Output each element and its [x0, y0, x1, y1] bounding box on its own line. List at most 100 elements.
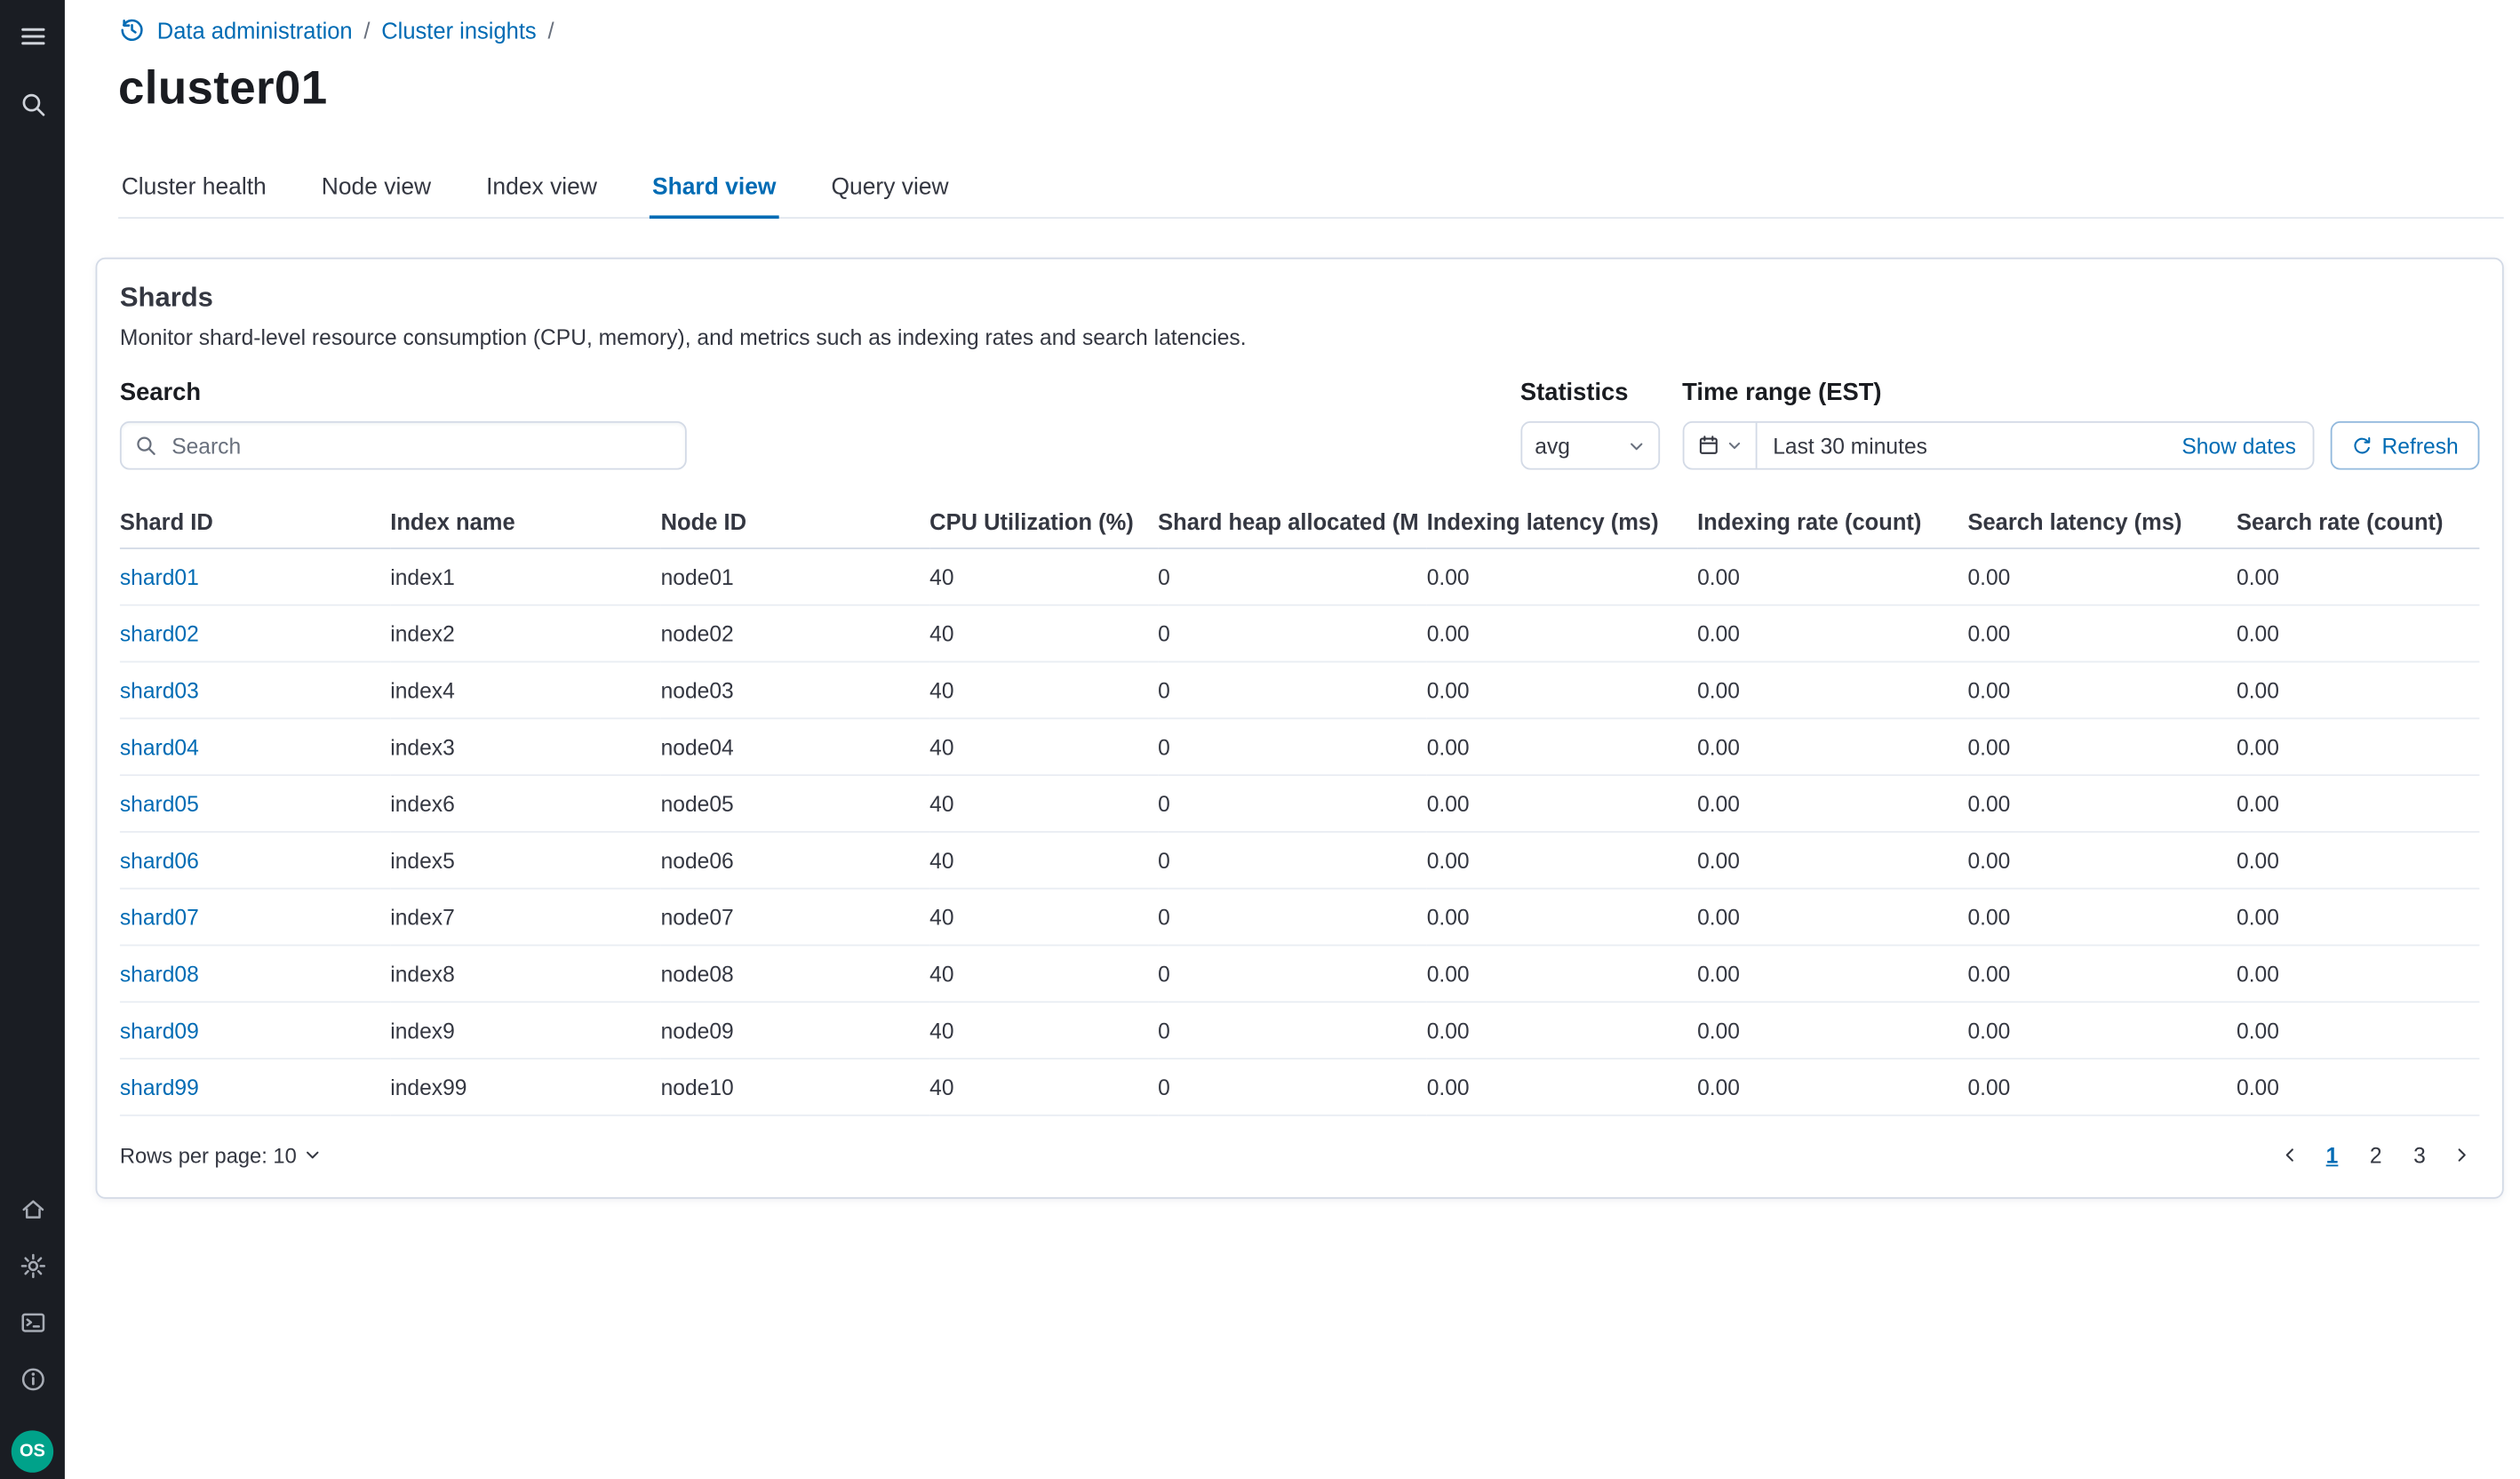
user-avatar[interactable]: OS [12, 1430, 53, 1472]
column-header[interactable]: Shard heap allocated (M [1158, 496, 1427, 548]
shard-link[interactable]: shard07 [120, 905, 199, 929]
column-header[interactable]: Shard ID [120, 496, 390, 548]
time-range-control: Last 30 minutes Show dates [1682, 421, 2314, 470]
table-cell: node10 [661, 1059, 930, 1115]
shard-link[interactable]: shard01 [120, 564, 199, 588]
page-button-1[interactable]: 1 [2313, 1136, 2352, 1175]
shard-link[interactable]: shard99 [120, 1075, 199, 1099]
column-header[interactable]: Indexing latency (ms) [1427, 496, 1697, 548]
table-cell: 0.00 [2237, 1059, 2479, 1115]
table-cell: 0.00 [1697, 945, 1967, 1002]
column-header[interactable]: Search latency (ms) [1967, 496, 2237, 548]
panel-description: Monitor shard-level resource consumption… [120, 325, 2480, 349]
table-cell: index8 [390, 945, 660, 1002]
table-cell: 0.00 [1697, 775, 1967, 832]
column-header[interactable]: CPU Utilization (%) [929, 496, 1158, 548]
time-range-value[interactable]: Last 30 minutes [1757, 434, 2165, 458]
breadcrumb-link[interactable]: Data administration [157, 17, 353, 43]
application-window: OS Data administration/Cluster insights/… [0, 0, 2520, 1479]
refresh-label: Refresh [2382, 434, 2459, 458]
table-cell: 40 [929, 775, 1158, 832]
shard-link[interactable]: shard04 [120, 735, 199, 759]
tab-query-view[interactable]: Query view [828, 159, 952, 218]
statistics-selected-value: avg [1535, 434, 1570, 458]
tab-node-view[interactable]: Node view [318, 159, 435, 218]
search-box [120, 421, 687, 470]
table-cell: shard02 [120, 605, 390, 662]
home-icon[interactable] [18, 1194, 47, 1223]
table-cell: 0.00 [1697, 718, 1967, 775]
table-cell: node04 [661, 718, 930, 775]
table-cell: index2 [390, 605, 660, 662]
search-input-icon [134, 434, 157, 457]
recent-history-icon[interactable] [118, 16, 146, 44]
tab-shard-view[interactable]: Shard view [649, 159, 779, 219]
table-cell: 0.00 [1967, 662, 2237, 719]
column-header[interactable]: Index name [390, 496, 660, 548]
table-row: shard05index6node054000.000.000.000.00 [120, 775, 2480, 832]
statistics-select[interactable]: avg [1520, 421, 1660, 470]
search-icon[interactable] [18, 89, 47, 118]
tab-cluster-health[interactable]: Cluster health [118, 159, 269, 218]
table-cell: 0.00 [1967, 832, 2237, 889]
table-cell: node07 [661, 889, 930, 946]
shard-link[interactable]: shard03 [120, 678, 199, 702]
column-header[interactable]: Node ID [661, 496, 930, 548]
page-button-2[interactable]: 2 [2357, 1136, 2396, 1175]
shards-table: Shard IDIndex nameNode IDCPU Utilization… [120, 496, 2480, 1116]
table-cell: 0.00 [2237, 605, 2479, 662]
table-cell: index99 [390, 1059, 660, 1115]
calendar-icon [1697, 434, 1720, 457]
table-cell: shard06 [120, 832, 390, 889]
shard-link[interactable]: shard05 [120, 791, 199, 815]
shard-link[interactable]: shard09 [120, 1019, 199, 1043]
tab-index-view[interactable]: Index view [482, 159, 600, 218]
table-cell: 0.00 [1697, 832, 1967, 889]
console-icon[interactable] [18, 1307, 47, 1337]
table-cell: index5 [390, 832, 660, 889]
table-cell: 0.00 [2237, 775, 2479, 832]
search-input[interactable] [169, 432, 673, 460]
previous-page-icon[interactable] [2272, 1136, 2308, 1175]
next-page-icon[interactable] [2444, 1136, 2479, 1175]
table-cell: 0.00 [2237, 945, 2479, 1002]
table-cell: 0.00 [1427, 889, 1697, 946]
table-cell: 40 [929, 718, 1158, 775]
table-cell: 0.00 [1967, 605, 2237, 662]
table-cell: 0.00 [1427, 1059, 1697, 1115]
table-row: shard03index4node034000.000.000.000.00 [120, 662, 2480, 719]
table-cell: 0.00 [1697, 1059, 1967, 1115]
table-cell: 0.00 [1967, 945, 2237, 1002]
date-picker-button[interactable] [1684, 423, 1757, 468]
show-dates-link[interactable]: Show dates [2165, 434, 2312, 458]
table-cell: shard09 [120, 1002, 390, 1059]
shard-link[interactable]: shard02 [120, 621, 199, 645]
table-cell: 40 [929, 662, 1158, 719]
table-cell: shard07 [120, 889, 390, 946]
breadcrumb-separator: / [547, 17, 554, 43]
settings-icon[interactable] [18, 1251, 47, 1280]
column-header[interactable]: Search rate (count) [2237, 496, 2479, 548]
table-cell: 0 [1158, 1002, 1427, 1059]
info-icon[interactable] [18, 1364, 47, 1394]
table-cell: 0.00 [1697, 605, 1967, 662]
table-cell: 40 [929, 1002, 1158, 1059]
table-cell: 40 [929, 605, 1158, 662]
table-cell: 0 [1158, 662, 1427, 719]
table-cell: 0.00 [1427, 605, 1697, 662]
refresh-button[interactable]: Refresh [2330, 421, 2479, 470]
page-button-3[interactable]: 3 [2400, 1136, 2439, 1175]
breadcrumb-link[interactable]: Cluster insights [381, 17, 536, 43]
table-cell: 0 [1158, 775, 1427, 832]
table-cell: index4 [390, 662, 660, 719]
menu-icon[interactable] [18, 21, 47, 51]
rows-per-page-selector[interactable]: Rows per page: 10 [120, 1143, 321, 1167]
table-cell: node03 [661, 662, 930, 719]
table-cell: 0.00 [1697, 662, 1967, 719]
tabs: Cluster health Node view Index view Shard v… [118, 159, 2504, 219]
table-cell: 40 [929, 832, 1158, 889]
shard-link[interactable]: shard06 [120, 848, 199, 872]
shard-link[interactable]: shard08 [120, 962, 199, 986]
table-cell: shard05 [120, 775, 390, 832]
column-header[interactable]: Indexing rate (count) [1697, 496, 1967, 548]
